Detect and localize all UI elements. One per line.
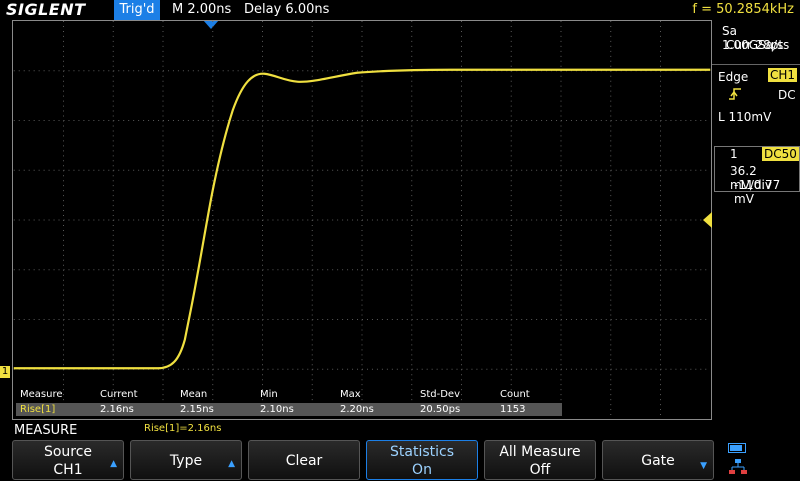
channel-number: 1 xyxy=(730,147,738,161)
all-measure-softkey-value: Off xyxy=(529,462,551,478)
frequency-readout: f = 50.2854kHz xyxy=(692,2,794,17)
measure-header-stddev: Std-Dev xyxy=(420,389,460,400)
measure-header-mean: Mean xyxy=(180,389,208,400)
gate-softkey[interactable]: Gate ▼ xyxy=(602,440,714,480)
measure-cell-name: Rise[1] xyxy=(20,404,56,415)
measure-cell-max: 2.20ns xyxy=(340,404,374,415)
source-softkey-value: CH1 xyxy=(53,462,83,478)
measure-cell-mean: 2.15ns xyxy=(180,404,214,415)
trigger-status-badge: Trig'd xyxy=(114,0,160,20)
network-icon xyxy=(728,458,748,476)
type-softkey-label: Type xyxy=(169,453,203,469)
measure-header-current: Current xyxy=(100,389,138,400)
trigger-source-badge: CH1 xyxy=(768,68,798,82)
current-points-readout: Curr 28pts xyxy=(726,38,790,52)
waveform-graticule[interactable] xyxy=(12,20,712,420)
gate-softkey-label: Gate xyxy=(641,453,675,469)
measure-header-measure: Measure xyxy=(20,389,63,400)
grid-lines xyxy=(13,21,711,419)
all-measure-softkey-label: All Measure xyxy=(499,444,581,460)
clear-softkey[interactable]: Clear xyxy=(248,440,360,480)
down-arrow-icon: ▼ xyxy=(700,461,707,471)
channel-offset-readout: -110.77 mV xyxy=(734,178,781,206)
measure-cell-current: 2.16ns xyxy=(100,404,134,415)
delay-readout[interactable]: Delay 6.00ns xyxy=(244,0,329,20)
timebase-readout[interactable]: M 2.00ns xyxy=(172,0,231,20)
measure-header-max: Max xyxy=(340,389,361,400)
measure-header-min: Min xyxy=(260,389,278,400)
measure-cell-min: 2.10ns xyxy=(260,404,294,415)
type-softkey[interactable]: Type ▲ xyxy=(130,440,242,480)
measure-result-text: Rise[1]=2.16ns xyxy=(144,423,222,434)
statistics-softkey-value: On xyxy=(412,462,432,478)
source-softkey[interactable]: Source CH1 ▲ xyxy=(12,440,124,480)
brand-logo: SIGLENT xyxy=(6,0,86,19)
source-softkey-label: Source xyxy=(43,444,93,460)
menu-title: MEASURE xyxy=(14,423,78,438)
trigger-level-label: L 110mV xyxy=(718,110,772,124)
ch1-ground-marker[interactable]: 1 xyxy=(0,366,10,378)
battery-icon xyxy=(728,443,746,453)
clear-softkey-label: Clear xyxy=(285,453,323,469)
statistics-softkey-label: Statistics xyxy=(390,444,454,460)
up-arrow-icon: ▲ xyxy=(228,459,235,469)
trigger-type-label: Edge xyxy=(718,70,749,84)
measure-header-count: Count xyxy=(500,389,530,400)
measure-cell-count: 1153 xyxy=(500,404,526,415)
ch1-waveform-trace xyxy=(13,68,711,370)
rising-edge-icon xyxy=(728,86,742,100)
trigger-level-arrow-icon[interactable] xyxy=(703,212,712,228)
up-arrow-icon: ▲ xyxy=(110,459,117,469)
all-measure-softkey[interactable]: All Measure Off xyxy=(484,440,596,480)
statistics-softkey[interactable]: Statistics On xyxy=(366,440,478,480)
channel-coupling-badge: DC50 xyxy=(762,147,799,161)
measure-cell-stddev: 20.50ps xyxy=(420,404,461,415)
trigger-coupling-label: DC xyxy=(778,88,796,102)
